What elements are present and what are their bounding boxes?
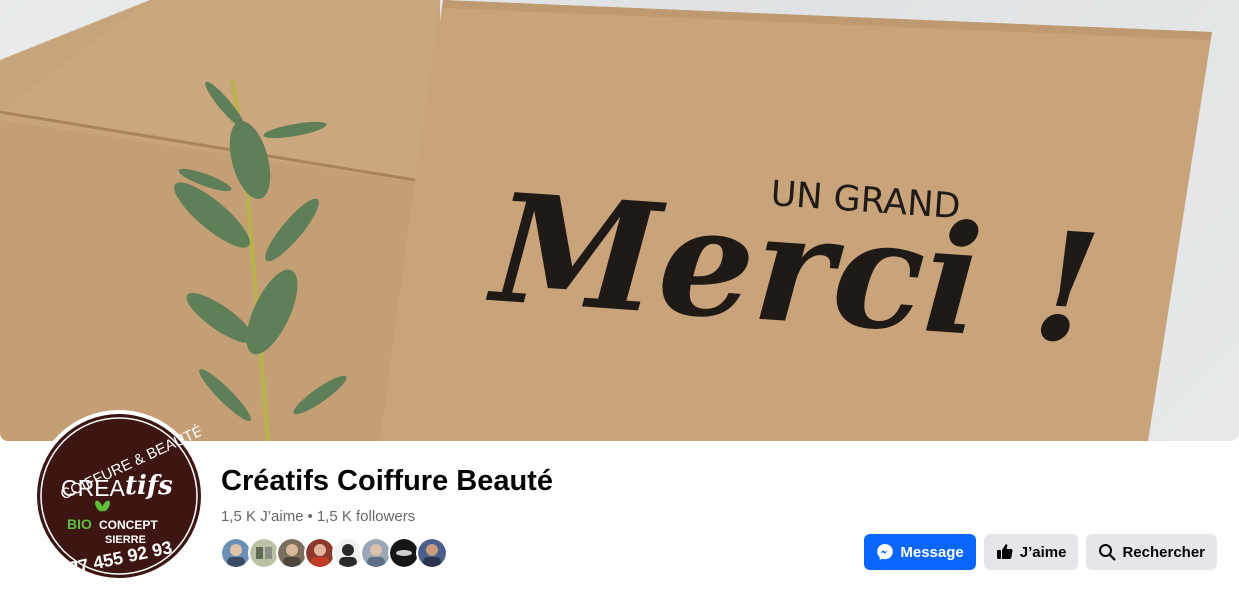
profile-picture[interactable]: COIFFURE & BEAUTÉ CREA tifs BIO CONCEPT … — [33, 410, 205, 582]
logo-brand-b: tifs — [125, 471, 173, 501]
follower-avatars — [220, 537, 448, 571]
page-actions: Message J’aime Rechercher — [864, 534, 1217, 570]
logo-concept: CONCEPT — [99, 518, 158, 532]
search-button-label: Rechercher — [1122, 543, 1205, 561]
page-stats: 1,5 K J’aime • 1,5 K followers — [221, 508, 415, 525]
like-button[interactable]: J’aime — [983, 534, 1079, 570]
page-title: Créatifs Coiffure Beauté — [221, 465, 553, 497]
followers-count-link[interactable]: 1,5 K followers — [317, 508, 415, 525]
messenger-icon — [876, 543, 894, 561]
message-button-label: Message — [900, 543, 964, 561]
stats-separator: • — [307, 508, 313, 525]
logo-brand-a: CREA — [61, 475, 126, 501]
follower-avatar[interactable] — [416, 537, 448, 569]
logo-bio: BIO — [67, 516, 92, 532]
likes-count-link[interactable]: 1,5 K J’aime — [221, 508, 304, 525]
like-button-label: J’aime — [1019, 543, 1067, 561]
search-icon — [1098, 543, 1117, 561]
cover-image: UN GRAND Merci ! — [0, 0, 1212, 441]
message-button[interactable]: Message — [864, 534, 976, 570]
cover-photo[interactable]: UN GRAND Merci ! — [0, 0, 1239, 441]
thumbs-up-icon — [996, 543, 1014, 561]
search-button[interactable]: Rechercher — [1086, 534, 1217, 570]
brand-logo: COIFFURE & BEAUTÉ CREA tifs BIO CONCEPT … — [37, 414, 201, 578]
